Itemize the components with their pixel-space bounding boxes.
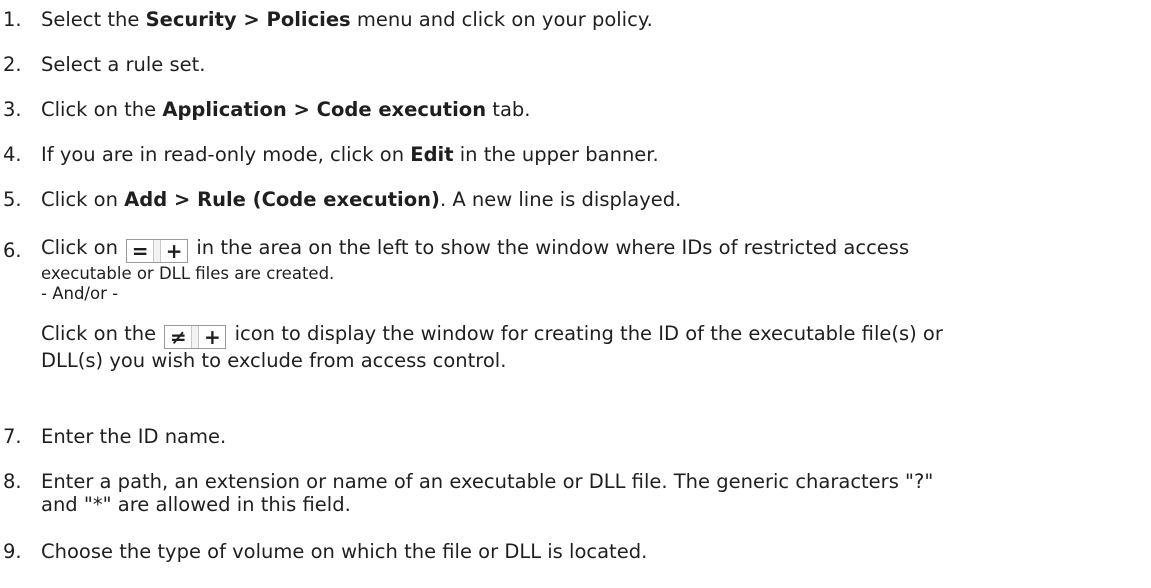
step-number: 9. [3, 540, 22, 563]
step-text: . A new line is displayed. [439, 188, 682, 211]
step-text: Enter a path, an extension or name of an… [41, 470, 934, 493]
step-text: Enter the ID name. [41, 425, 227, 448]
step-text: Select a rule set. [41, 53, 206, 76]
step-number: 4. [3, 143, 22, 166]
equals-icon: = [131, 239, 149, 263]
step-text: tab. [486, 98, 531, 121]
tab-path-code-execution: Application > Code execution [162, 98, 487, 121]
step-number: 8. [3, 470, 22, 493]
step-number: 3. [3, 98, 22, 121]
step-text: icon to display the window for creating … [234, 322, 943, 345]
step-text: Click on [41, 236, 118, 259]
and-or-separator: - And/or - [41, 284, 119, 303]
step-text: Click on the [41, 322, 157, 345]
step-text: in the upper banner. [453, 143, 659, 166]
equals-plus-icon[interactable]: = + [126, 239, 189, 263]
menu-path-security-policies: Security > Policies [145, 8, 351, 31]
edit-label: Edit [410, 143, 454, 166]
step-text: executable or DLL files are created. [41, 264, 335, 283]
step-text: Choose the type of volume on which the f… [41, 540, 648, 563]
plus-icon: + [165, 239, 183, 263]
step-text: DLL(s) you wish to exclude from access c… [41, 349, 507, 372]
step-text: and "*" are allowed in this field. [41, 493, 351, 516]
step-text: If you are in read-only mode, click on [41, 143, 411, 166]
add-rule-label: Add > Rule (Code execution) [124, 188, 440, 211]
step-number: 5. [3, 188, 22, 211]
not-equals-plus-icon[interactable]: ≠ + [164, 325, 227, 349]
step-text: menu and click on your policy. [350, 8, 653, 31]
step-number: 1. [3, 8, 22, 31]
step-text: Click on [41, 188, 125, 211]
step-number: 2. [3, 53, 22, 76]
plus-icon: + [203, 325, 221, 349]
step-number: 7. [3, 425, 22, 448]
not-equals-icon: ≠ [169, 325, 187, 349]
step-text: in the area on the left to show the wind… [196, 236, 910, 259]
step-text: Select the [41, 8, 146, 31]
step-number: 6. [3, 239, 22, 262]
step-text: Click on the [41, 98, 163, 121]
